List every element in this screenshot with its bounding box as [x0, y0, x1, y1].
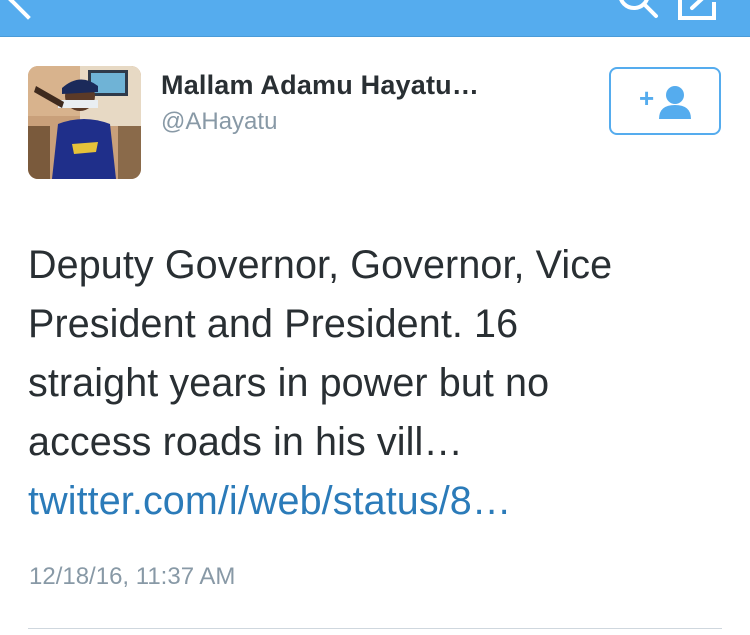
- tweet-text: Deputy Governor, Governor, Vice Presiden…: [28, 236, 728, 531]
- divider: [28, 628, 722, 629]
- tweet-link[interactable]: twitter.com/i/web/status/8…: [28, 472, 728, 531]
- follow-user-plus-icon: +: [639, 83, 691, 119]
- tweet-text-line: President and President. 16: [28, 302, 519, 346]
- tweet-text-line: access roads in his vill…: [28, 420, 463, 464]
- tweet-text-line: Deputy Governor, Governor, Vice: [28, 243, 613, 287]
- author-handle[interactable]: @AHayatu: [161, 108, 277, 136]
- compose-icon[interactable]: [674, 0, 724, 24]
- avatar[interactable]: [28, 66, 141, 179]
- top-bar-actions: [602, 0, 732, 24]
- search-icon[interactable]: [616, 0, 660, 24]
- tweet-text-line: straight years in power but no: [28, 361, 550, 405]
- tweet-timestamp: 12/18/16, 11:37 AM: [29, 563, 236, 590]
- back-chevron-icon[interactable]: [8, 0, 48, 20]
- follow-button[interactable]: +: [609, 67, 721, 135]
- author-display-name[interactable]: Mallam Adamu Hayatu…: [161, 70, 479, 101]
- navigation-bar: [0, 0, 750, 37]
- svg-text:+: +: [639, 83, 654, 113]
